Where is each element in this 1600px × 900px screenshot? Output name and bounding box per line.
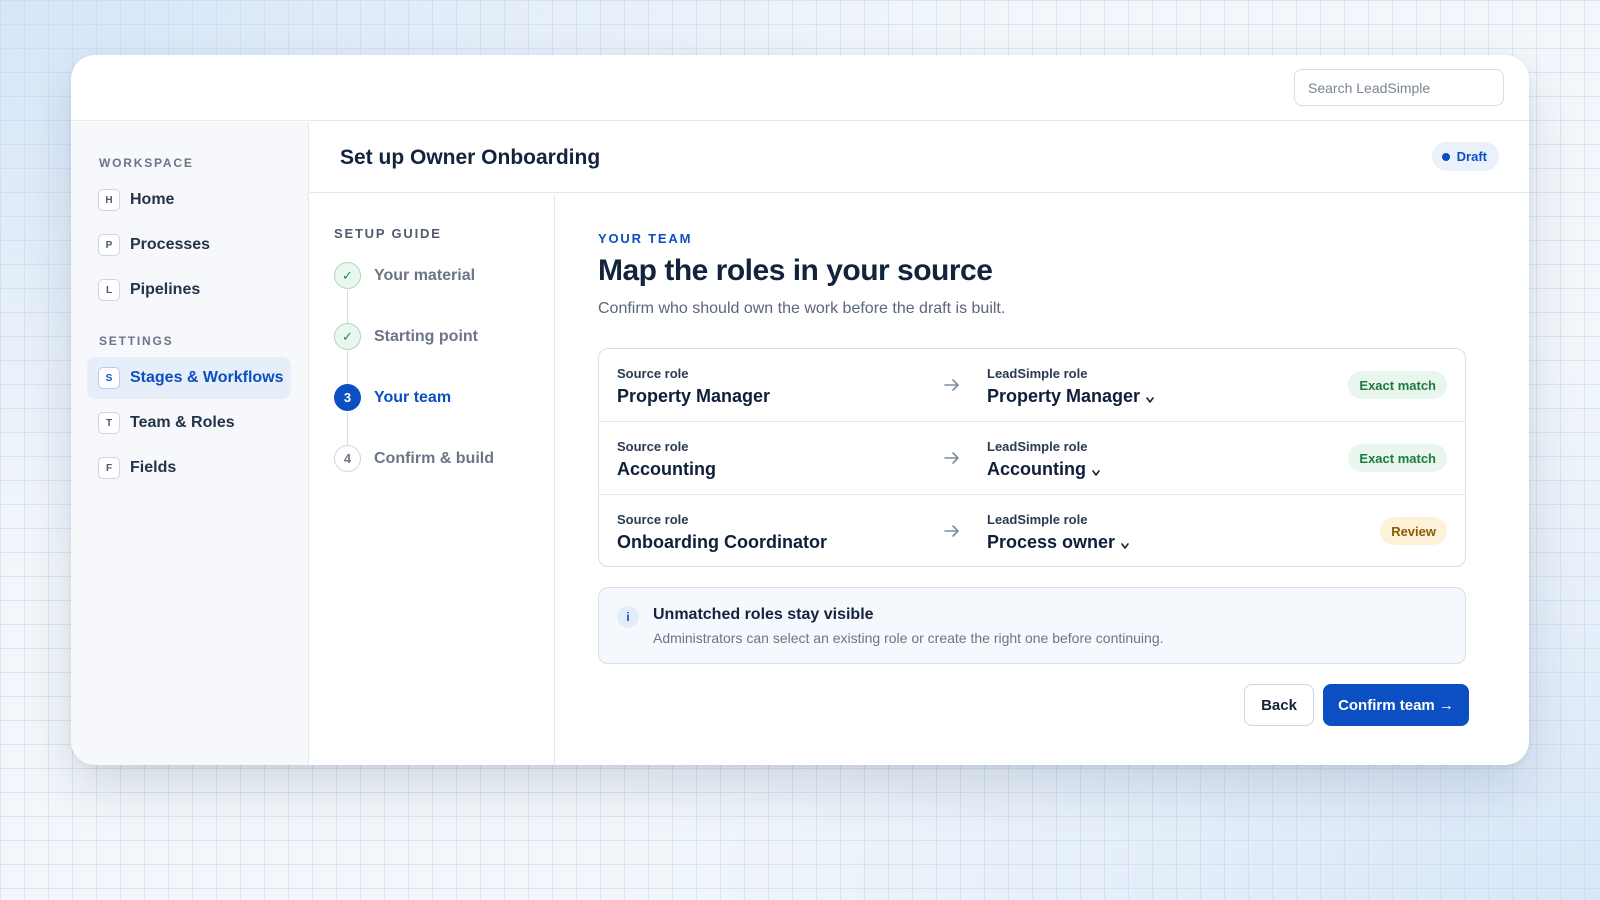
sidebar-section-settings-label: SETTINGS <box>99 334 174 348</box>
sidebar-item-home[interactable]: H Home <box>87 179 291 221</box>
app-window: WORKSPACE H Home P Processes L Pipelines… <box>71 55 1529 765</box>
sidebar-item-pipelines[interactable]: L Pipelines <box>87 269 291 311</box>
leadsimple-role-value: Process owner <box>987 532 1116 552</box>
status-badge: Exact match <box>1348 444 1447 472</box>
sidebar-item-label: Fields <box>130 459 177 476</box>
confirm-team-button[interactable]: Confirm team → <box>1323 684 1469 726</box>
source-role-value: Onboarding Coordinator <box>617 532 827 552</box>
section-eyebrow: YOUR TEAM <box>598 231 693 246</box>
check-icon: ✓ <box>334 323 361 350</box>
setup-guide-label: SETUP GUIDE <box>334 226 442 241</box>
arrow-right-icon <box>944 452 959 464</box>
step-connector <box>347 351 348 385</box>
step-label: Your team <box>374 388 452 406</box>
step-label: Starting point <box>374 327 478 345</box>
leadsimple-role-label: LeadSimple role <box>987 439 1088 454</box>
sidebar-item-label: Stages & Workflows <box>130 369 284 386</box>
sidebar-section-workspace-label: WORKSPACE <box>99 156 194 170</box>
leadsimple-role-select[interactable]: LeadSimple role Process owner <box>987 495 1307 566</box>
role-mapping-row: Source role Property Manager LeadSimple … <box>599 349 1465 422</box>
info-title: Unmatched roles stay visible <box>653 606 874 623</box>
content-header: Set up Owner Onboarding Draft <box>310 122 1529 193</box>
top-bar <box>71 55 1529 121</box>
source-role-value: Property Manager <box>617 386 771 406</box>
source-role-label: Source role <box>617 439 689 454</box>
pipelines-key-icon: L <box>98 279 120 301</box>
setup-guide: SETUP GUIDE ✓ Your material ✓ Starting p… <box>310 194 555 765</box>
page-title: Set up Owner Onboarding <box>340 146 601 169</box>
source-role-label: Source role <box>617 512 689 527</box>
role-mapping-row: Source role Accounting LeadSimple role A… <box>599 422 1465 495</box>
source-role-label: Source role <box>617 366 689 381</box>
leadsimple-role-value-wrap: Property Manager <box>987 386 1155 407</box>
sidebar-item-label: Processes <box>130 236 211 253</box>
role-mapping-table: Source role Property Manager LeadSimple … <box>598 348 1466 567</box>
home-key-icon: H <box>98 189 120 211</box>
step-number-badge: 4 <box>334 445 361 472</box>
step-confirm-build[interactable]: 4 Confirm & build <box>334 445 494 472</box>
arrow-right-icon <box>944 525 959 537</box>
search-input[interactable] <box>1294 69 1504 106</box>
chevron-down-icon <box>1121 543 1129 549</box>
source-role-value: Accounting <box>617 459 716 479</box>
sidebar-item-team-roles[interactable]: T Team & Roles <box>87 402 291 444</box>
chevron-down-icon <box>1092 470 1100 476</box>
sidebar: WORKSPACE H Home P Processes L Pipelines… <box>71 122 309 765</box>
stages-key-icon: S <box>98 367 120 389</box>
sidebar-item-fields[interactable]: F Fields <box>87 447 291 489</box>
sidebar-item-label: Home <box>130 191 175 208</box>
check-icon: ✓ <box>334 262 361 289</box>
fields-key-icon: F <box>98 457 120 479</box>
step-starting-point[interactable]: ✓ Starting point <box>334 323 478 350</box>
arrow-right-icon <box>944 379 959 391</box>
step-label: Your material <box>374 266 476 284</box>
step-connector <box>347 290 348 324</box>
section-subtitle: Confirm who should own the work before t… <box>598 300 1006 317</box>
leadsimple-role-value: Property Manager <box>987 386 1141 406</box>
status-dot-icon <box>1441 152 1450 161</box>
leadsimple-role-select[interactable]: LeadSimple role Property Manager <box>987 349 1307 421</box>
main-panel: YOUR TEAM Map the roles in your source C… <box>556 194 1529 765</box>
section-heading: Map the roles in your source <box>598 254 993 287</box>
step-number-badge: 3 <box>334 384 361 411</box>
status-badge-label: Draft <box>1456 149 1487 164</box>
chevron-down-icon <box>1146 397 1154 403</box>
leadsimple-role-value-wrap: Process owner <box>987 532 1130 553</box>
sidebar-item-processes[interactable]: P Processes <box>87 224 291 266</box>
team-key-icon: T <box>98 412 120 434</box>
status-badge: Exact match <box>1348 371 1447 399</box>
info-callout: i Unmatched roles stay visible Administr… <box>598 587 1466 664</box>
processes-key-icon: P <box>98 234 120 256</box>
step-your-material[interactable]: ✓ Your material <box>334 262 475 289</box>
status-badge: Draft <box>1431 142 1499 171</box>
info-text: Administrators can select an existing ro… <box>653 630 1164 646</box>
leadsimple-role-select[interactable]: LeadSimple role Accounting <box>987 422 1307 494</box>
sidebar-item-label: Pipelines <box>130 281 201 298</box>
step-label: Confirm & build <box>374 449 494 467</box>
leadsimple-role-label: LeadSimple role <box>987 366 1088 381</box>
info-icon: i <box>617 606 639 628</box>
step-your-team[interactable]: 3 Your team <box>334 384 451 411</box>
role-mapping-row: Source role Onboarding Coordinator LeadS… <box>599 495 1465 566</box>
sidebar-item-label: Team & Roles <box>130 414 235 431</box>
leadsimple-role-label: LeadSimple role <box>987 512 1088 527</box>
back-button[interactable]: Back <box>1244 684 1314 726</box>
sidebar-item-stages-workflows[interactable]: S Stages & Workflows <box>87 357 291 399</box>
leadsimple-role-value: Accounting <box>987 459 1086 479</box>
leadsimple-role-value-wrap: Accounting <box>987 459 1101 480</box>
step-connector <box>347 412 348 446</box>
status-badge: Review <box>1380 517 1447 545</box>
